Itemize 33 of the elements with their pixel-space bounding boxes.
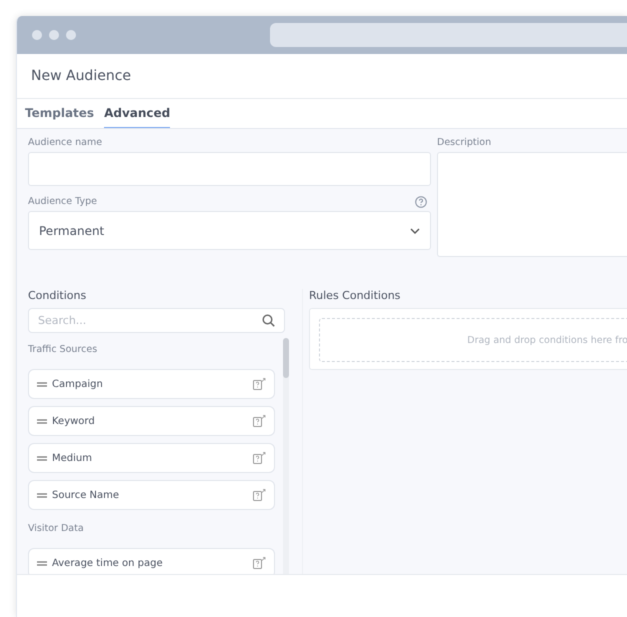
dialog-title: New Audience: [31, 68, 132, 84]
drag-handle-icon[interactable]: [37, 560, 47, 566]
help-external-icon[interactable]: [253, 378, 266, 390]
tab[interactable]: Templates: [25, 99, 94, 128]
search-field[interactable]: Search...: [28, 308, 285, 333]
condition-item[interactable]: Source Name: [28, 480, 275, 510]
search-icon[interactable]: [262, 314, 275, 327]
scrollbar[interactable]: [283, 338, 289, 574]
drag-handle-icon[interactable]: [37, 382, 47, 386]
group-heading: Visitor Data: [28, 523, 85, 534]
tab[interactable]: Advanced: [104, 99, 170, 128]
audience-type-dropdown[interactable]: Permanent: [28, 211, 431, 250]
condition-item[interactable]: Average time on page: [28, 548, 275, 574]
help-external-icon[interactable]: [253, 415, 266, 427]
chevron-down-icon: [410, 228, 420, 234]
field-label: Audience Type: [28, 196, 97, 208]
help-external-icon[interactable]: [253, 489, 266, 501]
drag-handle-icon[interactable]: [37, 492, 47, 498]
audience-name-field[interactable]: [28, 152, 431, 186]
field-label: Audience name: [28, 137, 104, 149]
help-external-icon[interactable]: [253, 452, 266, 464]
group-heading: Traffic Sources: [28, 344, 98, 355]
help-external-icon[interactable]: [253, 557, 266, 569]
section-title: Conditions: [28, 289, 88, 302]
condition-item[interactable]: Keyword: [28, 406, 275, 436]
drag-handle-icon[interactable]: [37, 418, 47, 424]
help-icon[interactable]: [415, 196, 427, 208]
condition-item[interactable]: Medium: [28, 443, 275, 473]
condition-item[interactable]: Campaign: [28, 369, 275, 399]
drag-handle-icon[interactable]: [37, 456, 47, 460]
field-label: Description: [437, 137, 492, 149]
description-field[interactable]: [437, 152, 627, 257]
section-title: Rules Conditions: [309, 289, 402, 302]
